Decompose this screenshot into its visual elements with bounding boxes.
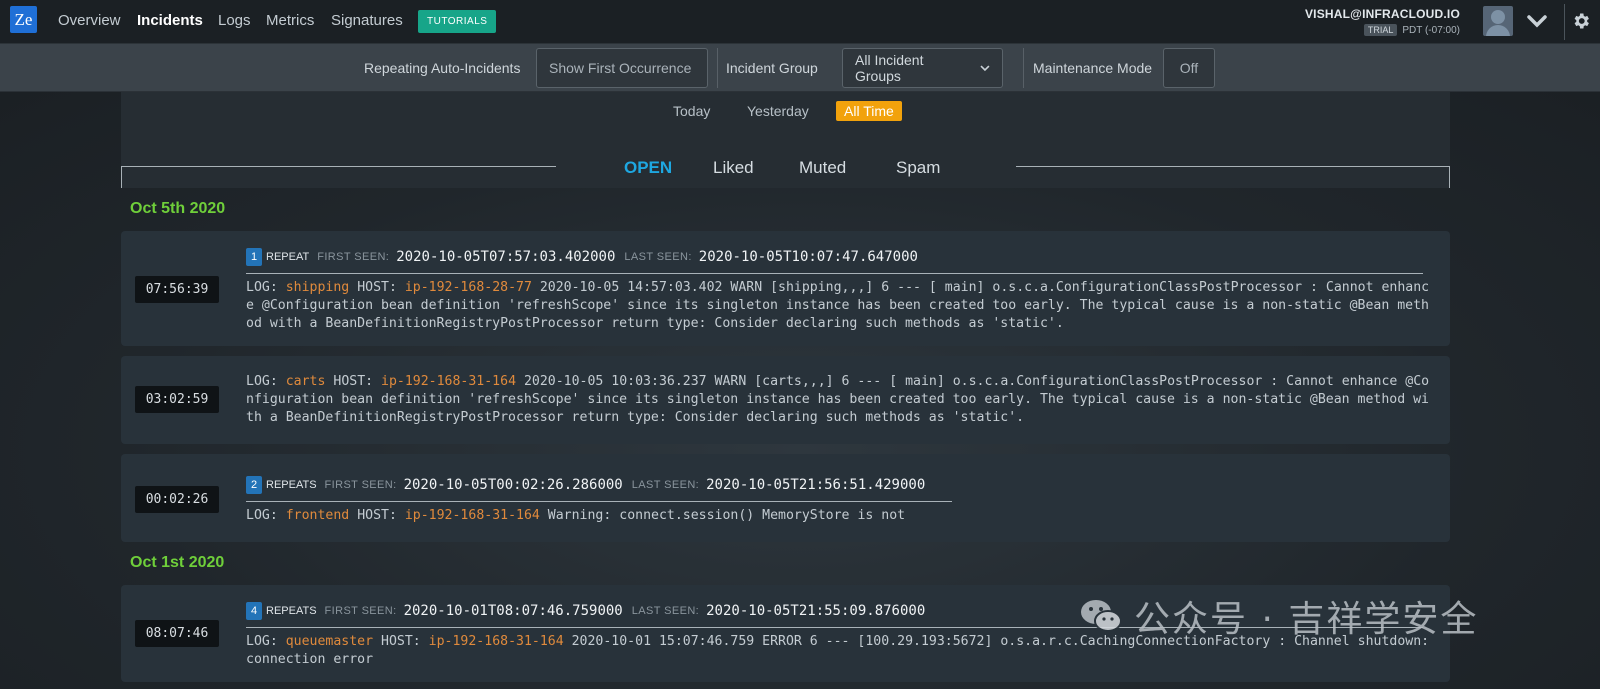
first-seen-value: 2020-10-05T00:02:26.286000 xyxy=(403,477,623,493)
first-seen-label: FIRST SEEN: xyxy=(324,605,397,617)
watermark-text: 公众号 · 吉祥学安全 xyxy=(1134,599,1479,640)
last-seen-label: LAST SEEN: xyxy=(631,479,700,491)
user-email: VISHAL@INFRACLOUD.IO xyxy=(1304,7,1460,21)
incident-meta: 1 REPEAT FIRST SEEN: 2020-10-05T07:57:03… xyxy=(246,248,927,266)
repeating-label: Repeating Auto-Incidents xyxy=(364,60,521,76)
nav-overview[interactable]: Overview xyxy=(58,12,121,29)
watermark: 公众号 · 吉祥学安全 xyxy=(1080,590,1478,642)
first-seen-value: 2020-10-01T08:07:46.759000 xyxy=(403,603,623,619)
host-name[interactable]: ip-192-168-31-164 xyxy=(405,508,540,523)
tabs-rule xyxy=(1016,166,1450,167)
incident-time: 08:07:46 xyxy=(135,620,219,647)
maintenance-mode-toggle[interactable]: Off xyxy=(1163,48,1215,88)
meta-divider xyxy=(246,273,1423,274)
last-seen-label: LAST SEEN: xyxy=(624,251,692,263)
filter-divider xyxy=(1023,48,1024,88)
first-seen-label: FIRST SEEN: xyxy=(324,479,397,491)
time-tab-today[interactable]: Today xyxy=(673,103,710,119)
incident-time: 00:02:26 xyxy=(135,486,219,513)
log-prefix: LOG: xyxy=(246,634,278,649)
incident-group-label: Incident Group xyxy=(726,60,818,76)
repeat-count-badge: 2 xyxy=(246,476,262,494)
tutorials-button[interactable]: TUTORIALS xyxy=(418,10,497,33)
wechat-icon xyxy=(1080,598,1122,634)
incident-group-value: All Incident Groups xyxy=(855,52,924,84)
tabs-rule xyxy=(121,166,556,167)
tab-open[interactable]: OPEN xyxy=(624,158,672,178)
nav-logs[interactable]: Logs xyxy=(218,12,251,29)
host-label: HOST: xyxy=(333,374,374,389)
incident-group-select[interactable]: All Incident Groups xyxy=(842,48,1003,88)
date-heading: Oct 1st 2020 xyxy=(130,554,225,571)
filter-divider xyxy=(717,48,718,88)
log-message: LOG: carts HOST: ip-192-168-31-164 2020-… xyxy=(246,373,1431,427)
tabs-rule xyxy=(1449,166,1450,188)
repeat-word: REPEATS xyxy=(266,605,317,617)
host-label: HOST: xyxy=(381,634,421,649)
tab-muted[interactable]: Muted xyxy=(799,158,846,178)
log-prefix: LOG: xyxy=(246,280,278,295)
log-text: Warning: connect.session() MemoryStore i… xyxy=(547,508,906,523)
service-name[interactable]: frontend xyxy=(286,508,350,523)
account-meta: TRIAL PDT (-07:00) xyxy=(1363,24,1460,36)
repeat-word: REPEAT xyxy=(266,251,310,263)
last-seen-value: 2020-10-05T21:56:51.429000 xyxy=(706,477,926,493)
incident-meta: 2 REPEATS FIRST SEEN: 2020-10-05T00:02:2… xyxy=(246,476,934,494)
nav-signatures[interactable]: Signatures xyxy=(331,12,403,29)
incident-time: 07:56:39 xyxy=(135,276,219,303)
host-name[interactable]: ip-192-168-31-164 xyxy=(429,634,564,649)
first-seen-value: 2020-10-05T07:57:03.402000 xyxy=(396,249,616,265)
top-nav: Ze Overview Incidents Logs Metrics Signa… xyxy=(0,0,1600,44)
timezone-label: PDT (-07:00) xyxy=(1402,24,1460,36)
last-seen-label: LAST SEEN: xyxy=(631,605,700,617)
app-logo[interactable]: Ze xyxy=(10,6,37,33)
service-name[interactable]: shipping xyxy=(286,280,350,295)
filter-bar: Repeating Auto-Incidents Show First Occu… xyxy=(0,44,1600,92)
avatar[interactable] xyxy=(1483,6,1513,36)
nav-divider xyxy=(1564,4,1565,40)
date-heading: Oct 5th 2020 xyxy=(130,200,226,217)
incident-meta: 4 REPEATS FIRST SEEN: 2020-10-01T08:07:4… xyxy=(246,602,934,620)
time-tab-all-time[interactable]: All Time xyxy=(836,101,902,121)
meta-divider xyxy=(246,501,952,502)
gear-icon[interactable] xyxy=(1570,10,1592,32)
log-prefix: LOG: xyxy=(246,508,278,523)
tabs-rule xyxy=(121,166,122,188)
repeat-word: REPEATS xyxy=(266,479,317,491)
nav-incidents[interactable]: Incidents xyxy=(137,12,203,29)
incident-card[interactable]: 03:02:59 LOG: carts HOST: ip-192-168-31-… xyxy=(121,356,1450,444)
tab-liked[interactable]: Liked xyxy=(713,158,754,178)
log-message: LOG: shipping HOST: ip-192-168-28-77 202… xyxy=(246,279,1431,333)
repeat-count-badge: 1 xyxy=(246,248,262,266)
incident-time: 03:02:59 xyxy=(135,386,219,413)
incident-card[interactable]: 00:02:26 2 REPEATS FIRST SEEN: 2020-10-0… xyxy=(121,454,1450,542)
chevron-down-icon[interactable] xyxy=(1525,9,1549,33)
chevron-down-icon xyxy=(980,64,990,71)
first-seen-label: FIRST SEEN: xyxy=(317,251,390,263)
host-name[interactable]: ip-192-168-28-77 xyxy=(405,280,532,295)
time-tab-yesterday[interactable]: Yesterday xyxy=(747,103,809,119)
repeat-count-badge: 4 xyxy=(246,602,262,620)
host-label: HOST: xyxy=(357,280,397,295)
repeating-toggle-button[interactable]: Show First Occurrence xyxy=(536,48,708,88)
host-name[interactable]: ip-192-168-31-164 xyxy=(381,374,516,389)
service-name[interactable]: queuemaster xyxy=(286,634,373,649)
log-prefix: LOG: xyxy=(246,374,278,389)
host-label: HOST: xyxy=(357,508,397,523)
nav-metrics[interactable]: Metrics xyxy=(266,12,314,29)
tab-spam[interactable]: Spam xyxy=(896,158,940,178)
maintenance-mode-label: Maintenance Mode xyxy=(1033,60,1153,76)
incident-card[interactable]: 07:56:39 1 REPEAT FIRST SEEN: 2020-10-05… xyxy=(121,231,1450,346)
trial-badge: TRIAL xyxy=(1363,24,1398,36)
last-seen-value: 2020-10-05T10:07:47.647000 xyxy=(698,249,918,265)
last-seen-value: 2020-10-05T21:55:09.876000 xyxy=(706,603,926,619)
service-name[interactable]: carts xyxy=(286,374,326,389)
log-message: LOG: frontend HOST: ip-192-168-31-164 Wa… xyxy=(246,507,1431,525)
